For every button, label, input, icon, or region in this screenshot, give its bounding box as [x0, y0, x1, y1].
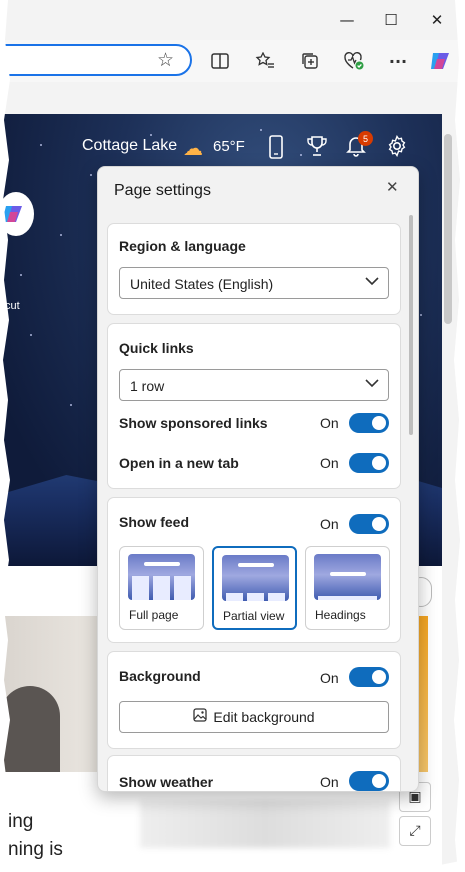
quick-links-card: Quick links 1 row Show sponsored links O…: [107, 323, 401, 489]
image-icon: [193, 708, 208, 726]
layout-thumbnail: [222, 555, 289, 601]
split-screen-icon[interactable]: [208, 50, 232, 72]
rewards-trophy-icon[interactable]: [306, 135, 328, 162]
article-headline-line2: ning is: [8, 839, 63, 860]
show-weather-card: Show weather On: [107, 755, 401, 791]
blurred-news-card: [140, 800, 390, 848]
news-photo[interactable]: [0, 616, 112, 772]
region-language-dropdown[interactable]: United States (English): [119, 267, 389, 299]
partly-cloudy-icon: ☁: [183, 136, 203, 160]
quick-links-value: 1 row: [130, 378, 165, 394]
notification-count-badge: 5: [358, 131, 373, 146]
show-weather-toggle[interactable]: [349, 771, 389, 791]
weather-temperature[interactable]: 65°F: [213, 138, 245, 155]
sponsored-links-label: Show sponsored links: [119, 415, 268, 431]
background-title: Background: [119, 668, 201, 684]
shortcut-label[interactable]: tcut: [2, 300, 20, 312]
show-feed-title: Show feed: [119, 514, 190, 530]
weather-location[interactable]: Cottage Lake: [82, 137, 177, 155]
collections-icon[interactable]: [298, 50, 322, 72]
maximize-button[interactable]: ☐: [376, 8, 406, 32]
layout-thumbnail: [314, 554, 381, 600]
new-tab-toggle[interactable]: [349, 453, 389, 473]
favorites-icon[interactable]: [253, 50, 277, 72]
layout-label: Full page: [129, 608, 179, 622]
new-tab-label: Open in a new tab: [119, 455, 239, 471]
layout-option-headings[interactable]: Headings: [305, 546, 390, 630]
show-feed-toggle[interactable]: [349, 514, 389, 534]
browser-window: — ☐ ✕ ☆ ··· Cottage Lake ☁ 65°F 5 tcut i…: [0, 0, 465, 872]
panel-scrollbar-thumb[interactable]: [409, 215, 413, 435]
region-language-value: United States (English): [130, 276, 274, 292]
copilot-shortcut-icon[interactable]: [0, 192, 34, 236]
copilot-icon[interactable]: [428, 50, 452, 72]
favorite-star-icon[interactable]: ☆: [157, 49, 174, 71]
layout-label: Headings: [315, 608, 366, 622]
show-feed-card: Show feed On Full page Partial view Head…: [107, 497, 401, 643]
article-headline[interactable]: ing ning is: [8, 808, 63, 864]
expand-icon[interactable]: ⤢: [399, 816, 431, 846]
show-weather-state: On: [320, 774, 339, 790]
chevron-down-icon: [365, 379, 379, 388]
page-scrollbar-thumb[interactable]: [444, 134, 452, 324]
quick-links-dropdown[interactable]: 1 row: [119, 369, 389, 401]
minimize-button[interactable]: —: [332, 8, 362, 32]
title-bar: — ☐ ✕: [0, 0, 465, 40]
new-tab-state: On: [320, 455, 339, 471]
layout-thumbnail: [128, 554, 195, 600]
browser-essentials-icon[interactable]: [342, 50, 366, 72]
background-card: Background On Edit background: [107, 651, 401, 749]
page-settings-gear-icon[interactable]: [386, 134, 408, 162]
edit-background-label: Edit background: [213, 709, 315, 725]
show-weather-title: Show weather: [119, 774, 214, 790]
background-state: On: [320, 670, 339, 686]
chevron-down-icon: [365, 277, 379, 286]
quick-links-title: Quick links: [119, 340, 194, 356]
sponsored-links-state: On: [320, 415, 339, 431]
sponsored-links-toggle[interactable]: [349, 413, 389, 433]
more-icon[interactable]: ···: [386, 50, 410, 72]
close-window-button[interactable]: ✕: [422, 8, 452, 32]
mobile-phone-icon[interactable]: [268, 135, 284, 164]
layout-label: Partial view: [223, 609, 285, 623]
page-settings-panel: Page settings ✕ Region & language United…: [97, 166, 419, 792]
region-language-card: Region & language United States (English…: [107, 223, 401, 315]
article-headline-line1: ing: [8, 811, 34, 832]
region-language-title: Region & language: [119, 238, 246, 254]
show-feed-state: On: [320, 516, 339, 532]
background-toggle[interactable]: [349, 667, 389, 687]
edit-background-button[interactable]: Edit background: [119, 701, 389, 733]
close-panel-button[interactable]: ✕: [386, 178, 399, 196]
layout-option-partial-view[interactable]: Partial view: [212, 546, 297, 630]
layout-option-full-page[interactable]: Full page: [119, 546, 204, 630]
panel-title: Page settings: [114, 182, 211, 199]
